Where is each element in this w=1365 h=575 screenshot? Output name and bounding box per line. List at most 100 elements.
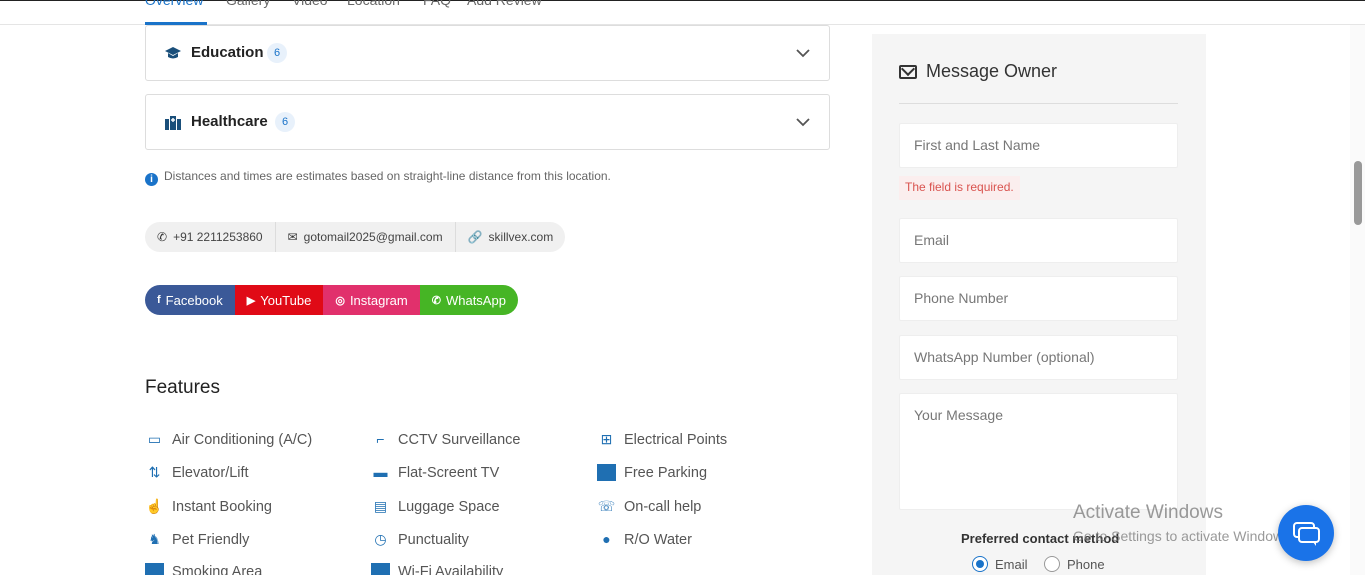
instagram-icon: ◎: [335, 294, 345, 307]
feature-label: Free Parking: [624, 464, 708, 481]
social-links: f Facebook ▶ YouTube ◎ Instagram ✆ WhatsApp: [145, 285, 518, 315]
facebook-label: Facebook: [165, 292, 223, 308]
name-error: The field is required.: [899, 176, 1020, 200]
feature-item: ▤ Luggage Space: [371, 498, 500, 515]
tab-add-review[interactable]: Add Review: [467, 0, 542, 8]
feature-label: Smoking Area: [172, 563, 263, 575]
instagram-label: Instagram: [349, 292, 408, 308]
hand-pointer-icon: ☝: [145, 498, 164, 514]
whatsapp-button[interactable]: ✆ WhatsApp: [419, 285, 518, 315]
message-textarea[interactable]: [914, 407, 1163, 487]
youtube-button[interactable]: ▶ YouTube: [234, 285, 324, 315]
name-field-wrapper: [899, 123, 1178, 168]
radio-circle-checked[interactable]: [972, 556, 988, 572]
envelope-icon: ✉: [287, 230, 298, 244]
email-field-wrapper: [899, 218, 1178, 263]
feature-label: Flat-Screent TV: [398, 464, 500, 481]
contact-website[interactable]: 🔗 skillvex.com: [456, 222, 566, 252]
radio-email-label: Email: [995, 556, 1028, 572]
accordion-education[interactable]: Education 6: [145, 25, 830, 81]
phone-field-wrapper: [899, 276, 1178, 321]
smoking-icon: [145, 563, 164, 575]
watermark-line2: Go to Settings to activate Windows.: [1073, 528, 1294, 544]
email-input[interactable]: [914, 232, 1163, 248]
wifi-icon: [371, 563, 390, 575]
youtube-label: YouTube: [260, 292, 312, 308]
feature-label: CCTV Surveillance: [398, 431, 521, 448]
feature-item: ⌐ CCTV Surveillance: [371, 431, 521, 448]
feature-label: R/O Water: [624, 531, 692, 548]
accordion-title: Education: [191, 44, 264, 61]
feature-item: Smoking Area: [145, 563, 262, 575]
tab-video[interactable]: Video: [292, 0, 328, 8]
instagram-button[interactable]: ◎ Instagram: [323, 285, 420, 315]
feature-label: Instant Booking: [172, 498, 272, 515]
luggage-icon: ▤: [373, 498, 388, 514]
tab-location[interactable]: Location: [347, 0, 400, 8]
radio-circle[interactable]: [1044, 556, 1060, 572]
tab-overview[interactable]: Overview: [145, 0, 203, 8]
distance-note: i Distances and times are estimates based…: [145, 169, 611, 186]
parking-icon: [597, 464, 616, 481]
phone-icon: ✆: [157, 230, 168, 244]
name-input[interactable]: [914, 137, 1163, 153]
panel-title-text: Message Owner: [926, 61, 1058, 81]
email-text: gotomail2025@gmail.com: [303, 230, 443, 244]
chat-bubble-icon: [1293, 522, 1320, 546]
facebook-icon: f: [157, 294, 161, 306]
feature-item: ⊞ Electrical Points: [597, 431, 728, 448]
feature-item: ▬ Flat-Screent TV: [371, 464, 500, 481]
feature-item: ◷ Punctuality: [371, 531, 469, 548]
chevron-down-icon[interactable]: [795, 114, 811, 130]
feature-item: ♞ Pet Friendly: [145, 531, 249, 548]
accordion-title: Healthcare: [191, 113, 268, 130]
youtube-icon: ▶: [246, 294, 256, 307]
cctv-icon: ⌐: [376, 431, 385, 447]
count-badge: 6: [267, 43, 287, 63]
feature-label: Pet Friendly: [172, 531, 250, 548]
graduation-cap-icon: [164, 45, 182, 61]
message-field-wrapper: [899, 393, 1178, 510]
water-icon: ●: [602, 531, 611, 547]
feature-item: Wi-Fi Availability: [371, 563, 503, 575]
radio-email[interactable]: Email: [972, 556, 1028, 572]
note-text: Distances and times are estimates based …: [164, 169, 611, 183]
feature-item: ● R/O Water: [597, 531, 692, 548]
feature-item: ⇅ Elevator/Lift: [145, 464, 249, 481]
features-heading: Features: [145, 377, 220, 398]
divider: [899, 103, 1178, 104]
elevator-icon: ⇅: [148, 464, 161, 480]
whatsapp-input[interactable]: [914, 349, 1163, 365]
contact-phone[interactable]: ✆ +91 2211253860: [145, 222, 276, 252]
scrollbar-thumb[interactable]: [1354, 161, 1362, 225]
watermark-line1: Activate Windows: [1073, 502, 1223, 523]
accordion-healthcare[interactable]: Healthcare 6: [145, 94, 830, 150]
website-text: skillvex.com: [488, 230, 554, 244]
tab-gallery[interactable]: Gallery: [226, 0, 270, 8]
feature-label: On-call help: [624, 498, 702, 515]
link-icon: 🔗: [467, 230, 483, 244]
feature-label: Electrical Points: [624, 431, 728, 448]
chat-button[interactable]: [1278, 505, 1334, 561]
page-scrollbar[interactable]: [1350, 25, 1365, 575]
chevron-down-icon[interactable]: [795, 45, 811, 61]
windows-activation-watermark: Activate Windows Go to Settings to activ…: [1073, 502, 1294, 544]
power-socket-icon: ⊞: [600, 431, 613, 447]
radio-phone[interactable]: Phone: [1044, 556, 1105, 572]
whatsapp-field-wrapper: [899, 335, 1178, 380]
pet-icon: ♞: [148, 531, 161, 547]
clock-icon: ◷: [374, 531, 387, 547]
contact-email[interactable]: ✉ gotomail2025@gmail.com: [276, 222, 456, 252]
facebook-button[interactable]: f Facebook: [145, 285, 235, 315]
phone-help-icon: ☏: [597, 498, 616, 514]
feature-item: Free Parking: [597, 464, 707, 481]
phone-input[interactable]: [914, 290, 1163, 306]
section-tabs: Overview Gallery Video Location FAQ Add …: [0, 0, 1365, 25]
feature-label: Air Conditioning (A/C): [172, 431, 313, 448]
feature-label: Punctuality: [398, 531, 469, 548]
feature-item: ☏ On-call help: [597, 498, 702, 515]
feature-label: Wi-Fi Availability: [398, 563, 504, 575]
panel-title: Message Owner: [899, 61, 1057, 82]
tab-faq[interactable]: FAQ: [423, 0, 451, 8]
envelope-icon: [899, 64, 917, 79]
